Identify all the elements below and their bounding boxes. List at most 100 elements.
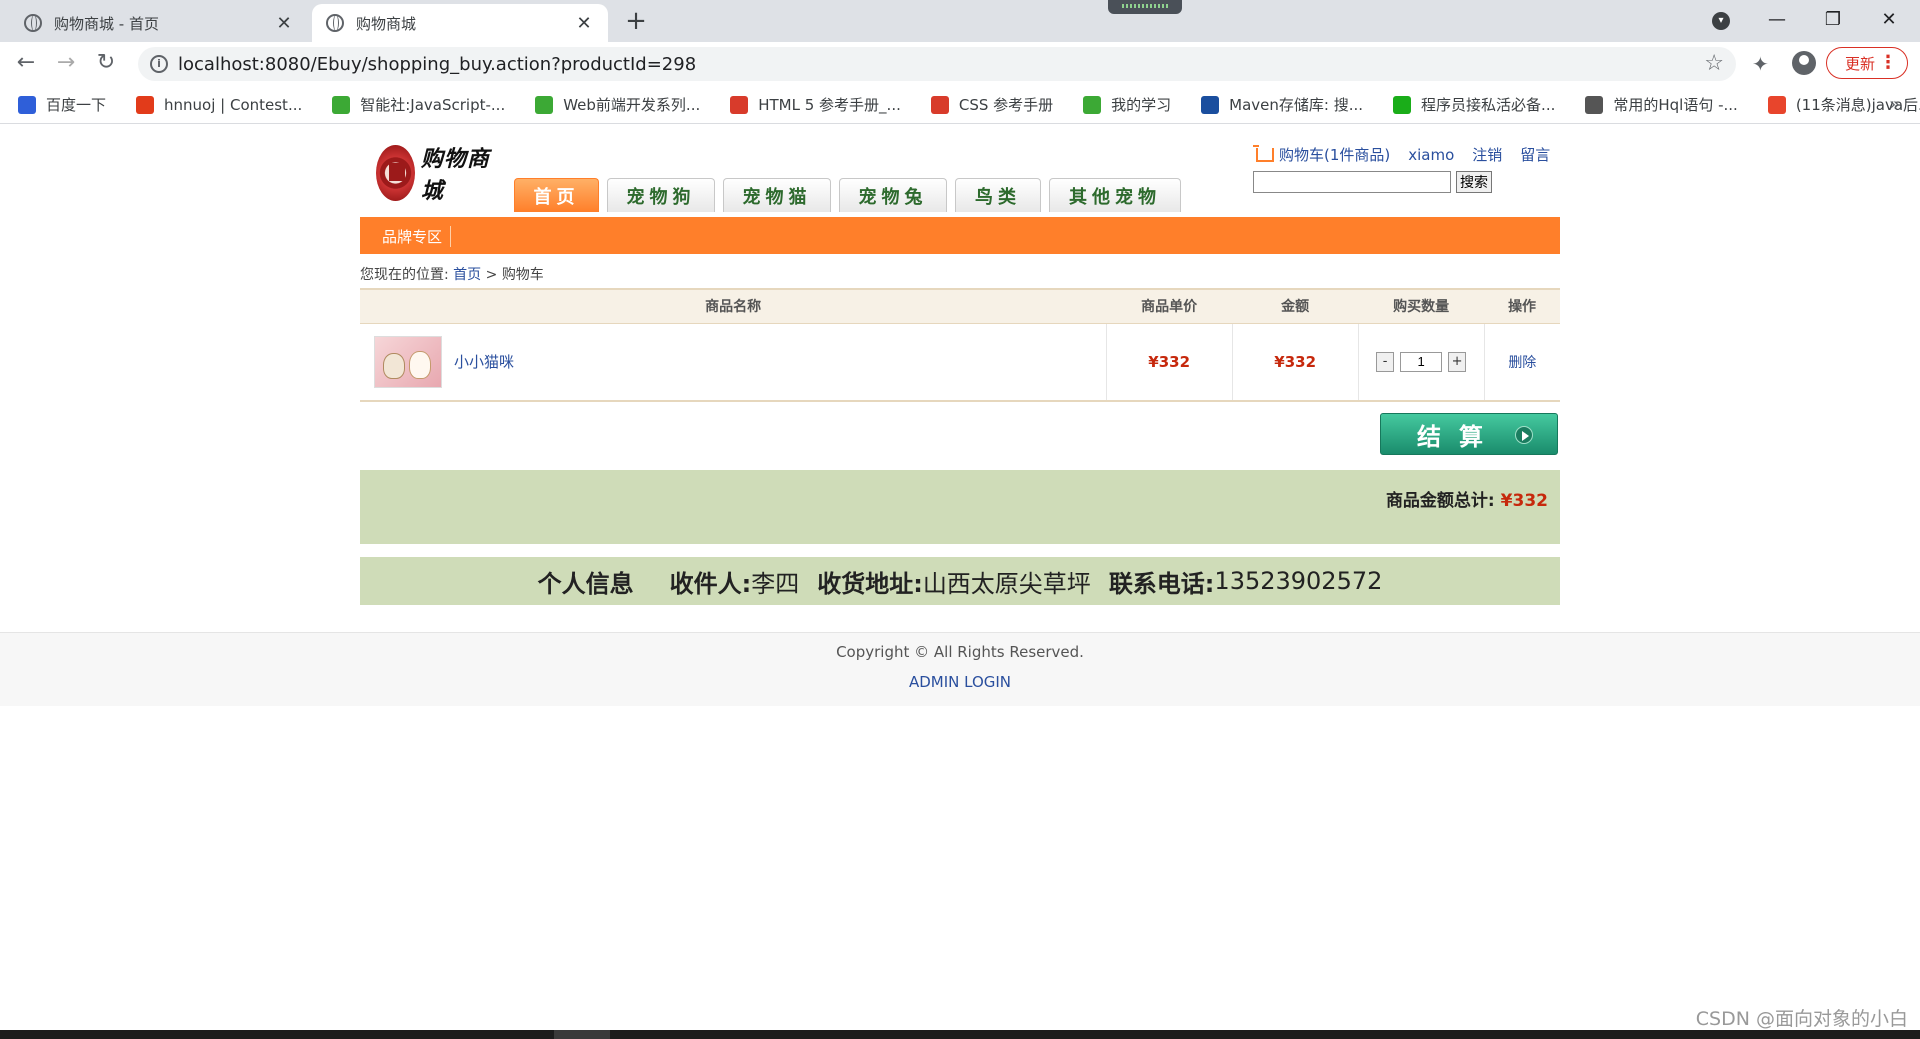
nav-tab-other-pets[interactable]: 其他宠物 bbox=[1049, 178, 1181, 212]
header-action: 操作 bbox=[1484, 288, 1560, 324]
site-search: 搜索 bbox=[1253, 171, 1492, 193]
taskbar-item[interactable] bbox=[554, 1030, 610, 1039]
quantity-input[interactable] bbox=[1400, 351, 1443, 372]
logo-seal-icon bbox=[376, 145, 415, 201]
bookmark-favicon-icon bbox=[1767, 95, 1786, 114]
breadcrumb-home-link[interactable]: 首页 bbox=[453, 267, 481, 283]
breadcrumb-current: 购物车 bbox=[501, 267, 544, 283]
bookmark-item[interactable]: 程序员接私活必备... bbox=[1393, 94, 1555, 115]
delete-link[interactable]: 删除 bbox=[1508, 355, 1536, 371]
bookmark-item[interactable]: Maven存储库: 搜... bbox=[1201, 94, 1363, 115]
order-total-panel: 商品金额总计: ¥332 bbox=[360, 470, 1560, 544]
close-icon[interactable]: ✕ bbox=[274, 13, 294, 34]
address-bar[interactable]: i localhost:8080/Ebuy/shopping_buy.actio… bbox=[138, 47, 1736, 81]
nav-tab-dogs[interactable]: 宠物狗 bbox=[607, 178, 715, 212]
bookmark-item[interactable]: 智能社:JavaScript-... bbox=[332, 94, 505, 115]
nav-tab-home[interactable]: 首页 bbox=[514, 178, 599, 212]
search-input[interactable] bbox=[1253, 171, 1451, 193]
logo-text: 购物商城 bbox=[420, 146, 490, 204]
window-close-icon[interactable]: ✕ bbox=[1866, 6, 1912, 36]
nav-tab-cats[interactable]: 宠物猫 bbox=[723, 178, 831, 212]
brand-zone-link[interactable]: 品牌专区 bbox=[382, 226, 452, 247]
unit-price-cell: ¥332 bbox=[1105, 323, 1233, 402]
restore-icon[interactable]: ❐ bbox=[1810, 6, 1856, 36]
bookmarks-overflow-icon[interactable]: » bbox=[1889, 94, 1900, 115]
checkout-button[interactable]: 结算 bbox=[1380, 413, 1558, 455]
nav-tab-rabbits[interactable]: 宠物兔 bbox=[839, 178, 947, 212]
bookmark-label: 常用的Hql语句 -... bbox=[1613, 96, 1738, 114]
forward-icon[interactable]: → bbox=[52, 50, 80, 78]
bookmark-favicon-icon bbox=[332, 95, 351, 114]
update-button[interactable]: 更新 ⋮ bbox=[1826, 47, 1908, 79]
user-links: 购物车(1件商品) xiamo 注销 留言 bbox=[1253, 144, 1568, 165]
site-footer: Copyright © All Rights Reserved. ADMIN L… bbox=[0, 632, 1920, 706]
bookmark-favicon-icon bbox=[535, 95, 554, 114]
unit-price: ¥332 bbox=[1148, 352, 1191, 371]
watermark: CSDN @面向对象的小白 bbox=[1695, 1008, 1908, 1030]
personal-info-panel: 个人信息 收件人: 李四 收货地址: 山西太原尖草坪 联系电话: 1352390… bbox=[360, 557, 1560, 605]
address-value: 山西太原尖草坪 bbox=[922, 569, 1091, 598]
admin-login-link[interactable]: ADMIN LOGIN bbox=[0, 673, 1920, 691]
bookmark-star-icon[interactable]: ☆ bbox=[1704, 51, 1724, 76]
extensions-icon[interactable]: ✦ bbox=[1752, 52, 1769, 76]
bookmark-item[interactable]: 我的学习 bbox=[1083, 94, 1171, 115]
bookmark-item[interactable]: 百度一下 bbox=[18, 94, 106, 115]
category-nav: 首页 宠物狗 宠物猫 宠物兔 鸟类 其他宠物 bbox=[514, 178, 1189, 212]
header-amount: 金额 bbox=[1232, 288, 1359, 324]
nav-tab-birds[interactable]: 鸟类 bbox=[955, 178, 1041, 212]
bookmark-item[interactable]: 常用的Hql语句 -... bbox=[1585, 94, 1738, 115]
bookmarks-bar: 百度一下 hnnuoj | Contest... 智能社:JavaScript-..… bbox=[0, 86, 1920, 124]
header-product-name: 商品名称 bbox=[360, 288, 1107, 324]
new-tab-button[interactable]: + bbox=[620, 6, 652, 38]
browser-tab-bar: 购物商城 - 首页 ✕ 购物商城 ✕ + ▾ — ❐ ✕ bbox=[0, 0, 1920, 42]
bookmark-favicon-icon bbox=[730, 95, 749, 114]
checkout-label: 结算 bbox=[1417, 422, 1501, 451]
minimize-icon[interactable]: — bbox=[1754, 6, 1800, 36]
total-value: ¥332 bbox=[1500, 491, 1548, 511]
breadcrumb: 您现在的位置: 首页 > 购物车 bbox=[360, 264, 544, 284]
decrease-quantity-button[interactable]: - bbox=[1376, 351, 1395, 372]
cart-link[interactable]: 购物车(1件商品) bbox=[1253, 144, 1390, 165]
increase-quantity-button[interactable]: + bbox=[1448, 351, 1467, 372]
tab-title: 购物商城 bbox=[356, 14, 417, 33]
bookmark-item[interactable]: hnnuoj | Contest... bbox=[136, 95, 302, 114]
os-taskbar bbox=[0, 1030, 1920, 1039]
globe-icon bbox=[24, 14, 42, 32]
bookmark-item[interactable]: CSS 参考手册 bbox=[930, 94, 1054, 115]
order-total: 商品金额总计: ¥332 bbox=[1386, 486, 1548, 511]
back-icon[interactable]: ← bbox=[12, 50, 40, 78]
browser-tab-home[interactable]: 购物商城 - 首页 ✕ bbox=[10, 4, 308, 42]
browser-toolbar: ← → ↻ i localhost:8080/Ebuy/shopping_buy… bbox=[0, 42, 1920, 86]
bookmark-label: 智能社:JavaScript-... bbox=[360, 96, 506, 114]
bookmark-label: 我的学习 bbox=[1111, 96, 1172, 114]
logout-link[interactable]: 注销 bbox=[1472, 144, 1502, 165]
search-button[interactable]: 搜索 bbox=[1456, 171, 1492, 193]
quantity-stepper: - + bbox=[1359, 351, 1484, 372]
reload-icon[interactable]: ↻ bbox=[92, 50, 120, 78]
close-icon[interactable]: ✕ bbox=[574, 13, 594, 34]
cart-icon bbox=[1253, 144, 1274, 162]
message-link[interactable]: 留言 bbox=[1520, 144, 1550, 165]
site-info-icon[interactable]: i bbox=[150, 55, 168, 73]
play-arrow-icon bbox=[1515, 426, 1533, 444]
site-logo[interactable]: 购物商城 bbox=[376, 142, 506, 204]
product-name-link[interactable]: 小小猫咪 bbox=[454, 351, 514, 372]
product-thumbnail[interactable] bbox=[374, 335, 442, 388]
phone-label: 联系电话: bbox=[1108, 569, 1215, 598]
header-quantity: 购买数量 bbox=[1358, 288, 1485, 324]
bookmark-label: CSS 参考手册 bbox=[958, 96, 1054, 114]
bookmark-label: 程序员接私活必备... bbox=[1421, 96, 1556, 114]
url-text[interactable]: localhost:8080/Ebuy/shopping_buy.action?… bbox=[178, 54, 696, 75]
bookmark-label: (11条消息)java后... bbox=[1795, 96, 1920, 114]
profile-avatar-icon[interactable] bbox=[1792, 51, 1816, 75]
bookmark-item[interactable]: Web前端开发系列... bbox=[535, 94, 700, 115]
tab-search-icon[interactable]: ▾ bbox=[1712, 12, 1730, 30]
username-link[interactable]: xiamo bbox=[1408, 146, 1454, 164]
browser-tab-cart[interactable]: 购物商城 ✕ bbox=[312, 4, 608, 42]
cart-header-row: 商品名称 商品单价 金额 购买数量 操作 bbox=[360, 288, 1560, 324]
brand-bar: 品牌专区 bbox=[360, 217, 1560, 254]
receiver-value: 李四 bbox=[751, 569, 800, 598]
address-label: 收货地址: bbox=[817, 569, 923, 598]
amount: ¥332 bbox=[1274, 352, 1317, 371]
bookmark-item[interactable]: HTML 5 参考手册_... bbox=[730, 94, 901, 115]
